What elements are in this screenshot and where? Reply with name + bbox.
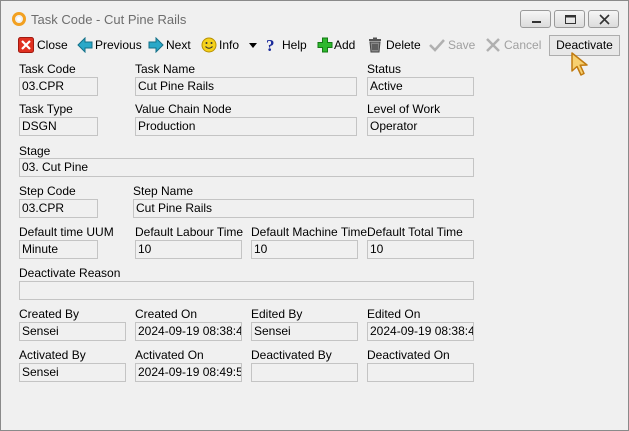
step-code-label: Step Code (19, 184, 76, 198)
next-button[interactable]: Next (148, 33, 192, 57)
deactivated-on-field[interactable] (367, 363, 474, 382)
delete-label: Delete (386, 38, 421, 52)
task-name-field[interactable]: Cut Pine Rails (135, 77, 357, 96)
default-total-time-label: Default Total Time (367, 225, 463, 239)
close-button[interactable]: Close (18, 33, 70, 57)
deactivated-by-field[interactable] (251, 363, 358, 382)
default-labour-time-label: Default Labour Time (135, 225, 244, 239)
task-code-field[interactable]: 03.CPR (19, 77, 98, 96)
created-by-label: Created By (19, 307, 80, 321)
app-icon (12, 12, 26, 26)
default-machine-time-field[interactable]: 10 (251, 240, 358, 259)
minimize-icon (532, 21, 541, 23)
info-smiley-icon (201, 37, 217, 53)
trash-icon (369, 37, 381, 53)
step-code-field[interactable]: 03.CPR (19, 199, 98, 218)
info-button[interactable]: Info (201, 33, 261, 57)
activated-on-field[interactable]: 2024-09-19 08:49:55 (135, 363, 242, 382)
status-field[interactable]: Active (367, 77, 474, 96)
stage-field[interactable]: 03. Cut Pine (19, 158, 474, 177)
cancel-label: Cancel (504, 38, 542, 52)
help-question-icon: ? (266, 37, 275, 53)
delete-button[interactable]: Delete (368, 33, 421, 57)
stage-label: Stage (19, 144, 51, 158)
default-machine-time-label: Default Machine Time (251, 225, 368, 239)
created-on-field[interactable]: 2024-09-19 08:38:43 (135, 322, 242, 341)
default-time-uom-field[interactable]: Minute (19, 240, 98, 259)
level-of-work-field[interactable]: Operator (367, 117, 474, 136)
checkmark-icon (429, 39, 445, 52)
cancel-x-icon (486, 38, 500, 52)
deactivate-reason-field[interactable] (19, 281, 474, 300)
edited-by-label: Edited By (251, 307, 303, 321)
close-window-button[interactable] (588, 10, 619, 28)
task-code-window: Task Code - Cut Pine Rails Close Previou… (0, 0, 629, 431)
toolbar: Close Previous Next Info ? Help Add Dele… (12, 33, 620, 57)
default-labour-time-field[interactable]: 10 (135, 240, 242, 259)
window-title: Task Code - Cut Pine Rails (31, 12, 187, 27)
add-label: Add (334, 38, 356, 52)
deactivated-on-label: Deactivated On (367, 348, 450, 362)
help-button[interactable]: ? Help (265, 33, 307, 57)
created-by-field[interactable]: Sensei (19, 322, 126, 341)
task-type-label: Task Type (19, 102, 73, 116)
minimize-button[interactable] (520, 10, 551, 28)
arrow-right-icon (148, 37, 164, 53)
mouse-pointer-icon (571, 52, 588, 76)
chevron-down-icon (249, 43, 257, 48)
activated-by-field[interactable]: Sensei (19, 363, 126, 382)
svg-text:?: ? (266, 37, 275, 53)
value-chain-node-label: Value Chain Node (135, 102, 232, 116)
level-of-work-label: Level of Work (367, 102, 441, 116)
edited-by-field[interactable]: Sensei (251, 322, 358, 341)
created-on-label: Created On (135, 307, 198, 321)
close-x-icon (18, 37, 34, 53)
close-label: Close (37, 38, 68, 52)
next-label: Next (166, 38, 191, 52)
activated-on-label: Activated On (135, 348, 204, 362)
step-name-label: Step Name (133, 184, 194, 198)
arrow-left-icon (77, 37, 93, 53)
step-name-field[interactable]: Cut Pine Rails (133, 199, 474, 218)
task-type-field[interactable]: DSGN (19, 117, 98, 136)
deactivate-reason-label: Deactivate Reason (19, 266, 121, 280)
info-label: Info (219, 38, 240, 52)
save-label: Save (448, 38, 476, 52)
close-icon (599, 14, 610, 25)
activated-by-label: Activated By (19, 348, 86, 362)
add-button[interactable]: Add (317, 33, 357, 57)
deactivated-by-label: Deactivated By (251, 348, 332, 362)
status-label: Status (367, 62, 402, 76)
plus-icon (317, 37, 333, 53)
task-code-label: Task Code (19, 62, 76, 76)
task-name-label: Task Name (135, 62, 196, 76)
previous-button[interactable]: Previous (77, 33, 142, 57)
maximize-button[interactable] (554, 10, 585, 28)
edited-on-label: Edited On (367, 307, 421, 321)
previous-label: Previous (95, 38, 142, 52)
default-time-uom-label: Default time UUM (19, 225, 114, 239)
value-chain-node-field[interactable]: Production (135, 117, 357, 136)
default-total-time-field[interactable]: 10 (367, 240, 474, 259)
edited-on-field[interactable]: 2024-09-19 08:38:43 (367, 322, 474, 341)
title-bar: Task Code - Cut Pine Rails (1, 1, 628, 31)
maximize-icon (565, 15, 576, 24)
cancel-button[interactable]: Cancel (485, 33, 541, 57)
save-button[interactable]: Save (429, 33, 475, 57)
help-label: Help (282, 38, 307, 52)
